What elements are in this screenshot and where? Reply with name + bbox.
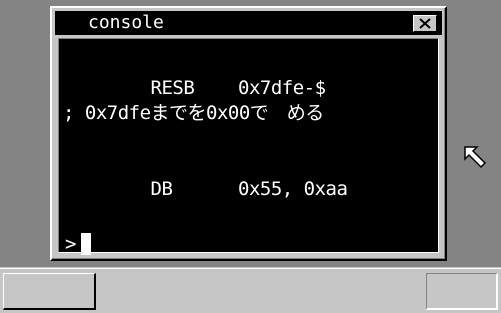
taskbar-divider bbox=[0, 268, 501, 269]
console-prompt: > bbox=[65, 233, 77, 255]
title-bar[interactable]: console bbox=[55, 11, 442, 35]
start-button[interactable] bbox=[3, 273, 96, 310]
console-line: RESB 0x7dfe-$ bbox=[63, 77, 327, 99]
close-icon bbox=[419, 18, 431, 29]
desktop: console RESB 0x7dfe-$ ; 0x7dfeまでを0x00で め… bbox=[0, 0, 501, 313]
console-window[interactable]: console RESB 0x7dfe-$ ; 0x7dfeまでを0x00で め… bbox=[50, 6, 447, 261]
close-button[interactable] bbox=[413, 15, 437, 32]
mouse-pointer-icon bbox=[463, 145, 489, 175]
text-cursor bbox=[81, 233, 91, 255]
console-line: DB 0x55, 0xaa bbox=[63, 178, 348, 200]
tray-area[interactable] bbox=[426, 273, 498, 310]
console-line: ; 0x7dfeまでを0x00で める bbox=[63, 102, 324, 124]
console-output[interactable]: RESB 0x7dfe-$ ; 0x7dfeまでを0x00で める DB 0x5… bbox=[58, 38, 439, 255]
window-title: console bbox=[88, 12, 164, 33]
